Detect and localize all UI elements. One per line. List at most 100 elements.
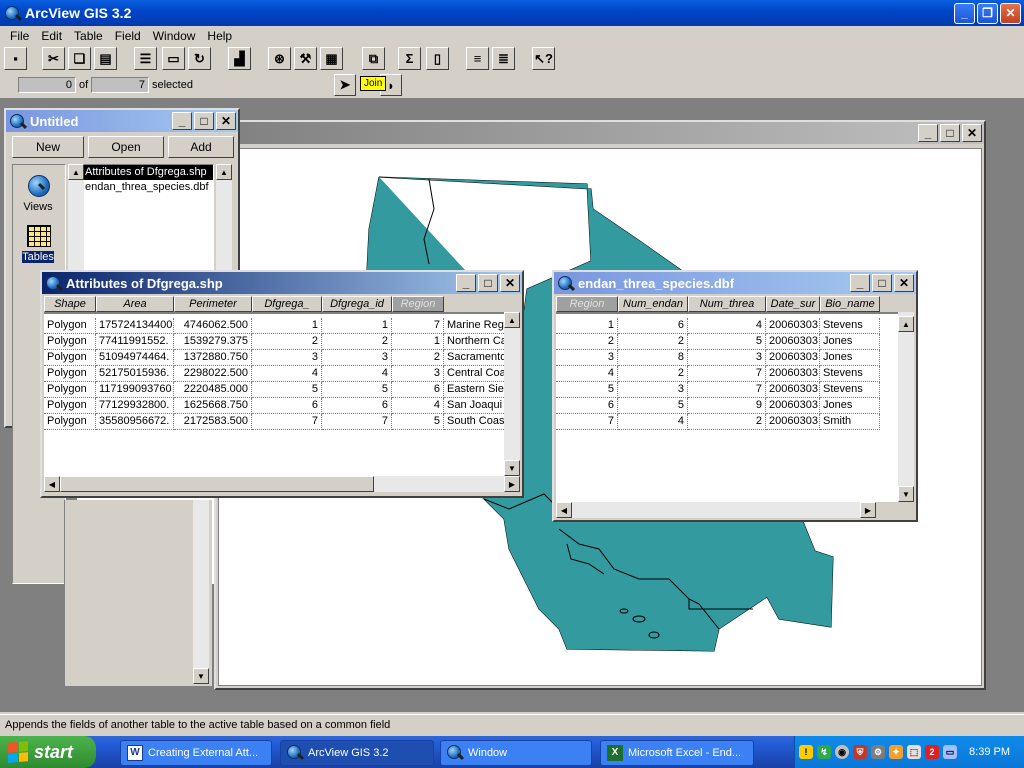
menu-edit[interactable]: Edit xyxy=(35,29,68,43)
task-excel[interactable]: X Microsoft Excel - End... xyxy=(600,740,754,766)
table-cell[interactable]: 20060303 xyxy=(766,334,820,350)
table-cell[interactable]: 9 xyxy=(688,398,766,414)
table-cell[interactable]: 1 xyxy=(556,318,618,334)
column-header[interactable]: Perimeter xyxy=(174,296,252,312)
species-title-bar[interactable]: endan_threa_species.dbf _ □ ✕ xyxy=(554,272,916,294)
scroll-down-arrow-icon[interactable]: ▼ xyxy=(898,486,914,502)
cut-button[interactable]: ✂ xyxy=(42,47,65,70)
table-cell[interactable]: 7 xyxy=(556,414,618,430)
table-cell[interactable]: 4 xyxy=(688,318,766,334)
table-row[interactable]: 6 5 9 20060303 Jones xyxy=(556,398,900,414)
table-cell[interactable]: 5 xyxy=(556,382,618,398)
table-cell[interactable]: 3 xyxy=(688,350,766,366)
table-row[interactable]: Polygon 117199093760 2220485.000 5 5 6 Eastern… xyxy=(44,382,506,398)
table-cell[interactable]: 2 xyxy=(618,334,688,350)
hscroll-thumb[interactable] xyxy=(60,476,374,492)
promote-button[interactable]: ▦ xyxy=(320,47,343,70)
menu-file[interactable]: File xyxy=(4,29,35,43)
attributes-title-bar[interactable]: Attributes of Dfgrega.shp _ □ ✕ xyxy=(42,272,522,294)
table-cell[interactable]: 2 xyxy=(252,334,322,350)
start-button[interactable]: start xyxy=(0,736,96,768)
column-header[interactable]: Num_endan xyxy=(618,296,688,312)
table-cell[interactable]: 2172583.500 xyxy=(174,414,252,430)
species-vscroll[interactable]: ▲ ▼ xyxy=(898,312,914,502)
table-cell[interactable]: 5 xyxy=(688,334,766,350)
switch-selection-button[interactable]: ↻ xyxy=(188,47,211,70)
scroll-up-arrow-icon[interactable]: ▲ xyxy=(216,164,232,180)
table-cell[interactable]: 3 xyxy=(322,350,392,366)
help-button[interactable]: ↖? xyxy=(532,47,555,70)
table-cell[interactable]: 175724134400 xyxy=(96,318,174,334)
sort-ascending-button[interactable]: ≡ xyxy=(466,47,489,70)
project-maximize-button[interactable]: □ xyxy=(194,112,214,130)
table-cell[interactable]: Polygon xyxy=(44,366,96,382)
project-title-bar[interactable]: Untitled _ □ ✕ xyxy=(6,110,238,132)
task-window[interactable]: Window xyxy=(440,740,592,766)
column-header[interactable]: Shape xyxy=(44,296,96,312)
open-button[interactable]: Open xyxy=(88,136,164,158)
attributes-table-window[interactable]: Attributes of Dfgrega.shp _ □ ✕ Shape Ar… xyxy=(40,270,524,498)
view-close-button[interactable]: ✕ xyxy=(962,124,982,142)
table-row[interactable]: Polygon 52175015936. 2298022.500 4 4 3 Central… xyxy=(44,366,506,382)
column-header[interactable]: Bio_name xyxy=(820,296,880,312)
scroll-up-arrow-icon[interactable]: ▲ xyxy=(68,164,84,180)
table-cell[interactable]: 117199093760 xyxy=(96,382,174,398)
scroll-up-arrow-icon[interactable]: ▲ xyxy=(504,312,520,328)
table-cell[interactable]: 77129932800. xyxy=(96,398,174,414)
query-builder-button[interactable]: ⚒ xyxy=(294,47,317,70)
view-maximize-button[interactable]: □ xyxy=(940,124,960,142)
table-cell[interactable]: 3 xyxy=(392,366,444,382)
table-cell[interactable]: Marine Reg xyxy=(444,318,506,334)
table-cell[interactable]: 3 xyxy=(252,350,322,366)
table-cell[interactable]: Northern Ca xyxy=(444,334,506,350)
table-cell[interactable]: 7 xyxy=(252,414,322,430)
devices-icon[interactable]: ⚙ xyxy=(871,745,886,759)
table-cell[interactable]: 20060303 xyxy=(766,398,820,414)
calculate-button[interactable]: ▯ xyxy=(426,47,449,70)
table-cell[interactable]: 1625668.750 xyxy=(174,398,252,414)
column-header-region[interactable]: Region xyxy=(392,296,444,312)
add-button[interactable]: Add xyxy=(168,136,234,158)
restore-button[interactable]: ❐ xyxy=(977,2,998,24)
select-all-button[interactable]: ☰ xyxy=(134,47,157,70)
attributes-hscroll[interactable]: ◀ ▶ xyxy=(44,476,520,492)
table-cell[interactable]: Jones xyxy=(820,398,880,414)
table-cell[interactable]: 52175015936. xyxy=(96,366,174,382)
table-cell[interactable]: 2220485.000 xyxy=(174,382,252,398)
table-cell[interactable]: 4 xyxy=(618,414,688,430)
find-button[interactable]: ⊛ xyxy=(268,47,291,70)
volume-icon[interactable]: ◉ xyxy=(835,745,850,759)
attributes-close-button[interactable]: ✕ xyxy=(500,274,520,292)
table-cell[interactable]: 7 xyxy=(392,318,444,334)
table-cell[interactable]: 1372880.750 xyxy=(174,350,252,366)
view-minimize-button[interactable]: _ xyxy=(918,124,938,142)
column-header-region[interactable]: Region xyxy=(556,296,618,312)
pointer-tool[interactable]: ➤ xyxy=(334,74,356,96)
table-cell[interactable]: 3 xyxy=(618,382,688,398)
list-scrollbar-lower[interactable]: ▼ xyxy=(193,500,209,684)
table-cell[interactable]: 20060303 xyxy=(766,318,820,334)
doc-item-attributes[interactable]: Attributes of Dfgrega.shp xyxy=(77,165,213,180)
table-cell[interactable]: 6 xyxy=(618,318,688,334)
copy-button[interactable]: ❏ xyxy=(68,47,91,70)
table-cell[interactable]: Stevens xyxy=(820,318,880,334)
shield-icon[interactable]: ⛨ xyxy=(853,745,868,759)
table-cell[interactable]: 1 xyxy=(322,318,392,334)
table-cell[interactable]: Polygon xyxy=(44,350,96,366)
app-tray-icon[interactable]: ⬚ xyxy=(907,745,922,759)
table-cell[interactable]: 4 xyxy=(322,366,392,382)
table-cell[interactable]: 1 xyxy=(252,318,322,334)
table-cell[interactable]: Polygon xyxy=(44,334,96,350)
table-row[interactable]: Polygon 77129932800. 1625668.750 6 6 4 San Joa… xyxy=(44,398,506,414)
table-cell[interactable]: Stevens xyxy=(820,382,880,398)
table-cell[interactable]: 20060303 xyxy=(766,350,820,366)
clock[interactable]: 8:39 PM xyxy=(969,746,1010,758)
table-cell[interactable]: 4 xyxy=(556,366,618,382)
species-minimize-button[interactable]: _ xyxy=(850,274,870,292)
species-table-window[interactable]: endan_threa_species.dbf _ □ ✕ Region Num… xyxy=(552,270,918,522)
table-cell[interactable]: 5 xyxy=(252,382,322,398)
table-cell[interactable]: 7 xyxy=(688,366,766,382)
table-row[interactable]: 5 3 7 20060303 Stevens xyxy=(556,382,900,398)
table-cell[interactable]: 2 xyxy=(556,334,618,350)
table-cell[interactable]: 6 xyxy=(556,398,618,414)
